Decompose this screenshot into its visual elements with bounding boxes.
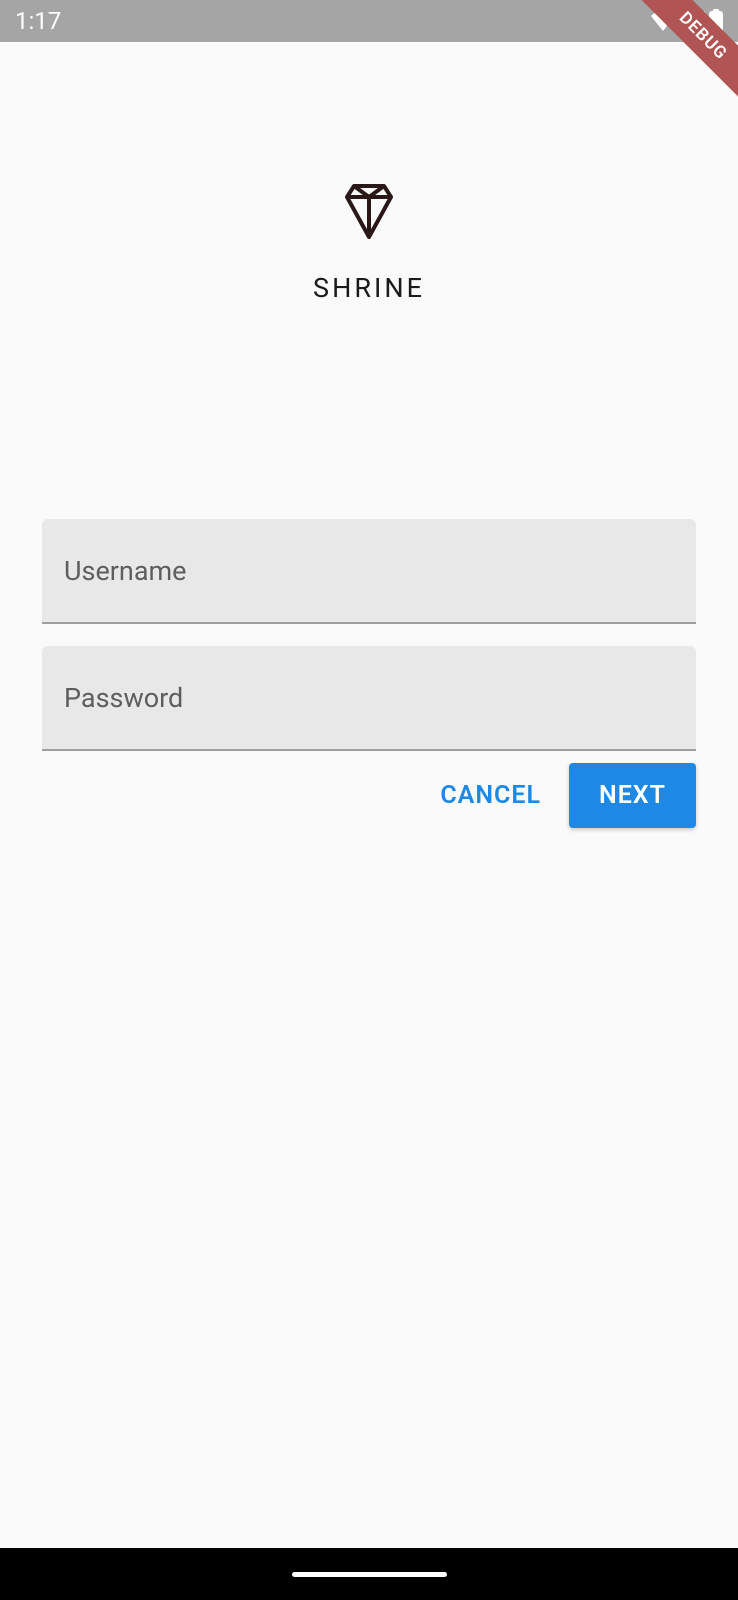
diamond-icon [339, 182, 399, 242]
logo-section: SHRINE [42, 182, 696, 304]
main-content: SHRINE CANCEL NEXT [0, 42, 738, 828]
password-input[interactable] [42, 646, 696, 751]
nav-handle[interactable] [292, 1572, 447, 1577]
button-row: CANCEL NEXT [42, 763, 696, 828]
status-bar: 1:17 [0, 0, 738, 42]
next-button[interactable]: NEXT [569, 763, 696, 828]
cancel-button[interactable]: CANCEL [430, 763, 551, 828]
navigation-bar [0, 1548, 738, 1600]
username-input[interactable] [42, 519, 696, 624]
status-time: 1:17 [15, 7, 61, 35]
app-title: SHRINE [313, 272, 425, 304]
